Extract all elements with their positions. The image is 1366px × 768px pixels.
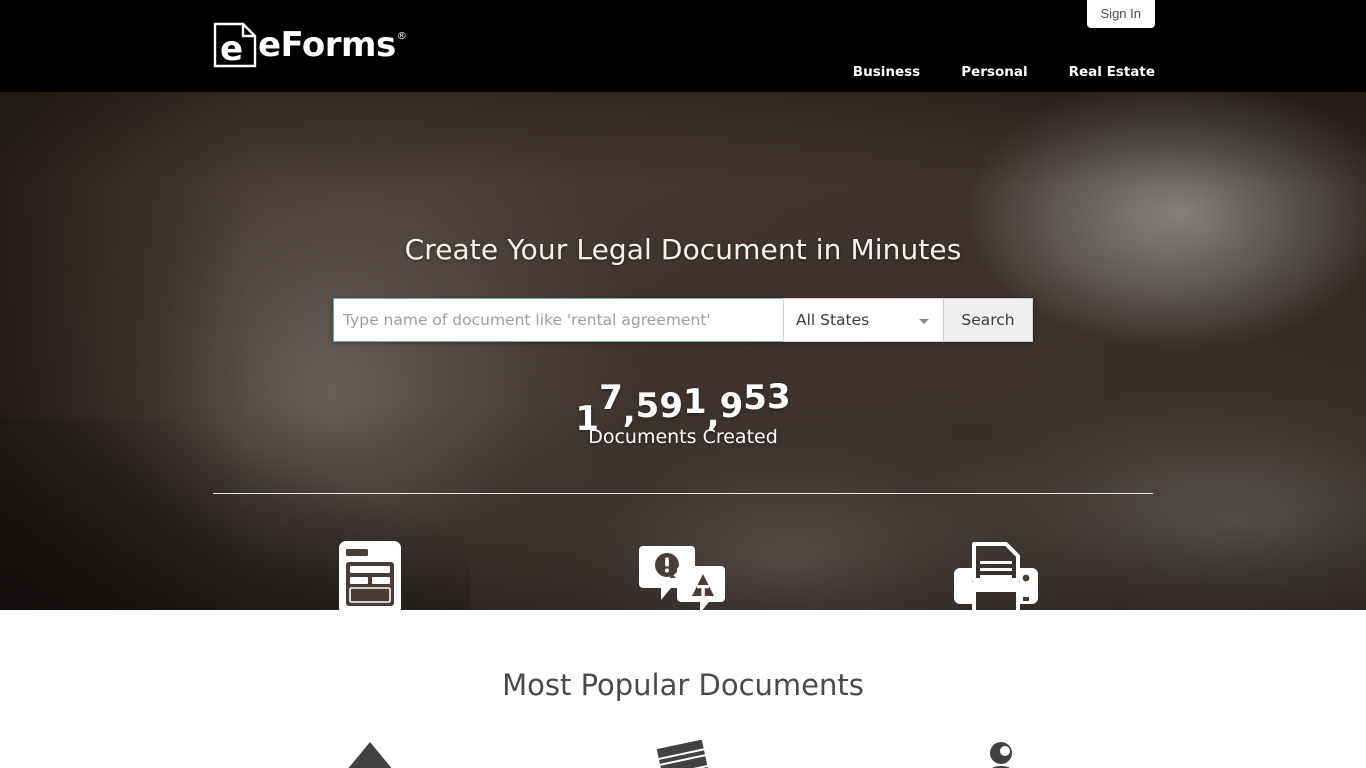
documents-created-label: Documents Created: [588, 426, 778, 448]
counter-digit: 7: [599, 378, 623, 418]
main-navigation: Business Personal Real Estate: [853, 64, 1155, 80]
logo-registered-mark: ®: [396, 31, 407, 42]
logo-wordmark: eForms: [258, 25, 396, 65]
counter-digit: 9: [719, 386, 744, 426]
step-answer-simple-questions[interactable]: Answer Simple Questions: [526, 532, 839, 610]
state-select-value: All States: [796, 311, 870, 329]
document-page-icon: e: [213, 22, 257, 68]
documents-created-counter: 17,591,953: [575, 368, 791, 436]
question-answer-bubbles-icon: [526, 532, 839, 610]
house-roof-icon: [335, 740, 405, 768]
state-select-dropdown[interactable]: All States: [783, 298, 943, 342]
hero-divider: [213, 493, 1153, 494]
counter-digit: 9: [659, 386, 683, 426]
top-header-bar: e eForms ® Sign In Business Personal Rea…: [0, 0, 1366, 92]
counter-digit: 1: [683, 382, 707, 422]
counter-digit: 3: [766, 377, 791, 417]
nav-item-real-estate[interactable]: Real Estate: [1069, 64, 1155, 80]
nav-item-business[interactable]: Business: [853, 64, 920, 80]
how-it-works-steps: Select Your Form Ans: [213, 532, 1153, 610]
popular-item-3[interactable]: [840, 740, 1153, 768]
svg-text:e: e: [220, 29, 243, 68]
search-input[interactable]: [333, 298, 783, 342]
nav-item-personal[interactable]: Personal: [961, 64, 1027, 80]
hero-title: Create Your Legal Document in Minutes: [404, 233, 962, 266]
person-figure-icon: [961, 740, 1031, 768]
site-logo[interactable]: e eForms ®: [213, 22, 407, 68]
counter-digit: 5: [635, 386, 660, 426]
documents-counter-wrap: 17,591,953: [0, 368, 1366, 436]
popular-item-2[interactable]: [526, 740, 839, 768]
counter-digit: ,: [622, 391, 636, 431]
book-stack-icon: [648, 740, 718, 768]
popular-item-1[interactable]: [213, 740, 526, 768]
most-popular-documents-section: Most Popular Documents: [0, 610, 1366, 768]
document-search-bar: All States Search: [333, 298, 1033, 342]
hero-section: Create Your Legal Document in Minutes Al…: [0, 92, 1366, 610]
search-button[interactable]: Search: [943, 298, 1033, 342]
sign-in-button[interactable]: Sign In: [1086, 0, 1155, 28]
popular-documents-row: [213, 740, 1153, 768]
chevron-down-icon: [919, 319, 929, 324]
printer-icon: [840, 532, 1153, 610]
counter-digit: 5: [743, 378, 767, 418]
step-print-and-sign[interactable]: Print and Sign: [840, 532, 1153, 610]
most-popular-title: Most Popular Documents: [502, 668, 864, 702]
step-select-your-form[interactable]: Select Your Form: [213, 532, 526, 610]
form-document-icon: [213, 532, 526, 610]
